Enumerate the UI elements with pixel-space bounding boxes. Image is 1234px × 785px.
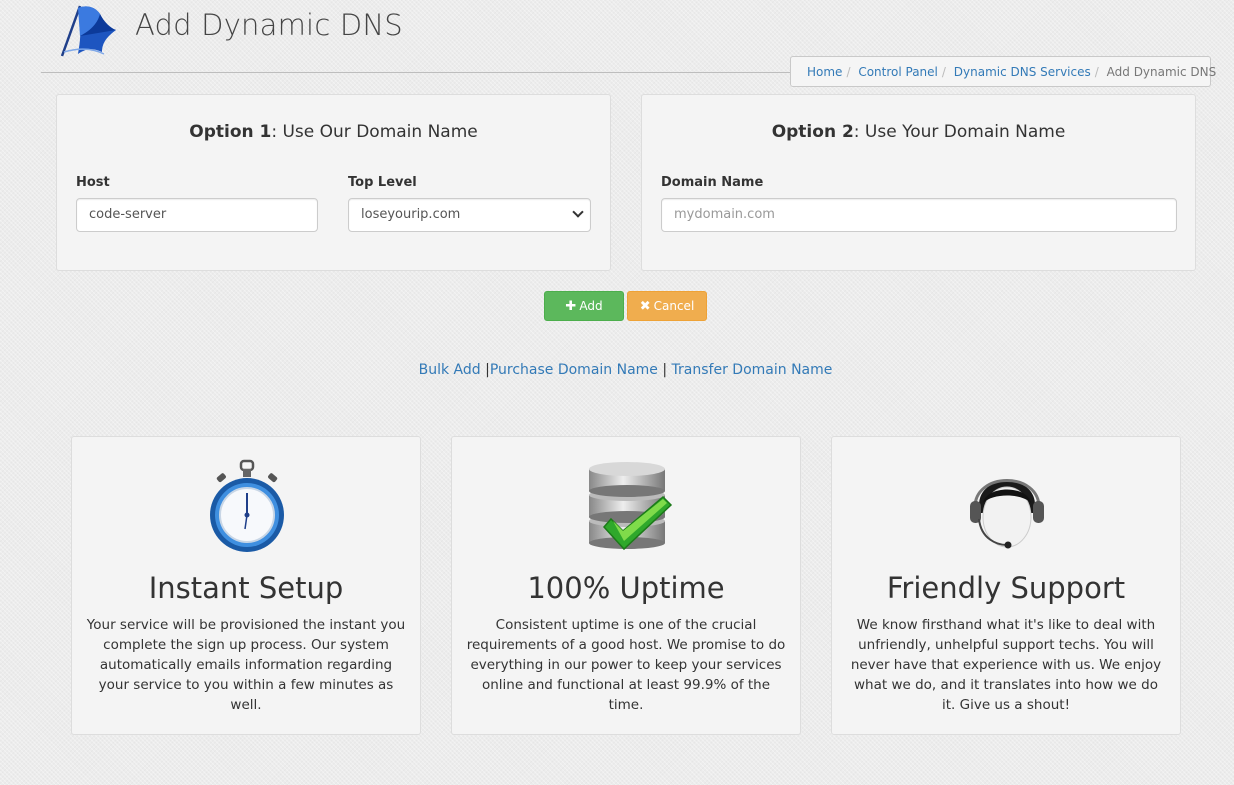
option2-title-rest: : Use Your Domain Name: [853, 122, 1066, 142]
option1-title-bold: Option 1: [189, 122, 272, 142]
option2-panel: Option 2: Use Your Domain Name Domain Na…: [641, 94, 1196, 271]
feature-card-support: Friendly Support We know firsthand what …: [831, 436, 1181, 735]
header-divider: [41, 72, 791, 73]
feature-text: Consistent uptime is one of the crucial …: [466, 617, 786, 713]
cancel-button[interactable]: ✖ Cancel: [627, 291, 707, 321]
add-button[interactable]: ✚ Add: [544, 291, 624, 321]
transfer-domain-link[interactable]: Transfer Domain Name: [672, 362, 833, 378]
host-input[interactable]: code-server: [76, 198, 318, 232]
breadcrumb: Home / Control Panel / Dynamic DNS Service…: [790, 56, 1216, 87]
option1-title: Option 1: Use Our Domain Name: [57, 122, 610, 142]
blue-flag-logo-icon: [58, 2, 120, 58]
top-level-select-value: loseyourip.com: [361, 207, 461, 222]
x-icon: ✖: [639, 299, 651, 314]
host-label: Host: [76, 175, 110, 190]
plus-icon: ✚: [565, 299, 577, 314]
option1-title-rest: : Use Our Domain Name: [271, 122, 478, 142]
feature-title: Friendly Support: [886, 571, 1126, 605]
top-level-label: Top Level: [348, 175, 417, 190]
feature-card-uptime: 100% Uptime Consistent uptime is one of …: [451, 436, 801, 735]
top-level-select[interactable]: loseyourip.com: [348, 198, 591, 232]
purchase-domain-link[interactable]: Purchase Domain Name: [490, 362, 658, 378]
link-separator: |: [662, 362, 668, 378]
feature-title: 100% Uptime: [527, 571, 725, 605]
option2-title: Option 2: Use Your Domain Name: [642, 122, 1195, 142]
feature-text: We know firsthand what it's like to deal…: [850, 617, 1162, 713]
breadcrumb-separator: /: [846, 65, 851, 79]
chevron-down-icon: [572, 206, 584, 218]
extra-links: Bulk Add |Purchase Domain Name | Transfe…: [0, 362, 1234, 378]
bulk-add-link[interactable]: Bulk Add: [419, 362, 481, 378]
breadcrumb-control-panel[interactable]: Control Panel: [858, 65, 938, 79]
stopwatch-icon: [197, 457, 297, 553]
option1-panel: Option 1: Use Our Domain Name Host code-…: [56, 94, 611, 271]
database-check-icon: [577, 457, 677, 553]
feature-title: Instant Setup: [148, 571, 344, 605]
domain-name-input[interactable]: mydomain.com: [661, 198, 1177, 232]
feature-card-instant-setup: Instant Setup Your service will be provi…: [71, 436, 421, 735]
add-button-label: Add: [579, 299, 603, 313]
domain-name-label: Domain Name: [661, 175, 764, 190]
page-title: Add Dynamic DNS: [135, 8, 403, 42]
feature-text: Your service will be provisioned the ins…: [86, 617, 406, 713]
breadcrumb-separator: /: [941, 65, 946, 79]
support-headset-icon: [957, 457, 1057, 553]
cancel-button-label: Cancel: [653, 299, 695, 313]
option2-title-bold: Option 2: [771, 122, 854, 142]
breadcrumb-current: Add Dynamic DNS: [1106, 65, 1217, 79]
breadcrumb-dynamic-dns-services[interactable]: Dynamic DNS Services: [954, 65, 1091, 79]
breadcrumb-separator: /: [1094, 65, 1099, 79]
breadcrumb-home[interactable]: Home: [807, 65, 842, 79]
